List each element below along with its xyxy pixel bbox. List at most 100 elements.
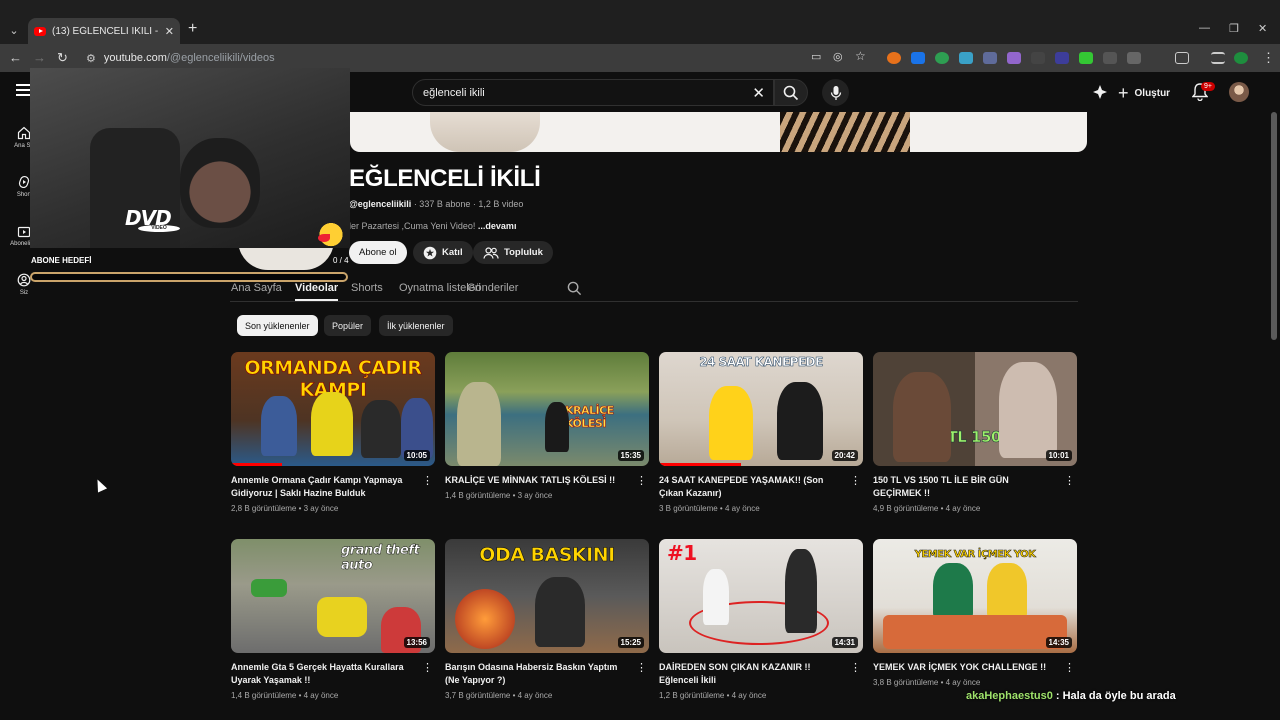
page-scrollbar[interactable] bbox=[1271, 112, 1277, 340]
video-thumbnail[interactable]: #1 14:31 bbox=[659, 539, 863, 653]
thumbnail-person bbox=[401, 398, 433, 458]
video-title[interactable]: 150 TL VS 1500 TL İLE BİR GÜN GEÇİRMEK !… bbox=[873, 474, 1077, 500]
url-bar[interactable]: ⚙ youtube.com/@eglenceliikili/videos bbox=[80, 47, 880, 69]
cast-icon[interactable]: ▭ bbox=[811, 50, 821, 63]
search-button[interactable] bbox=[774, 79, 808, 106]
chat-username: akaHephaestus0 bbox=[966, 690, 1053, 702]
site-info-icon[interactable]: ⚙ bbox=[86, 52, 96, 65]
extension-icon[interactable] bbox=[911, 52, 925, 64]
guide-menu-icon[interactable] bbox=[16, 84, 30, 96]
video-thumbnail[interactable]: ORMANDA ÇADIR KAMPI 10:05 bbox=[231, 352, 435, 466]
video-thumbnail[interactable]: 150 TL 1500 TL 10:01 bbox=[873, 352, 1077, 466]
video-menu-icon[interactable]: ⋮ bbox=[850, 476, 861, 487]
video-thumbnail[interactable]: grand theft auto 13:56 bbox=[231, 539, 435, 653]
restore-icon[interactable]: ❐ bbox=[1229, 22, 1239, 35]
account-avatar[interactable] bbox=[1229, 82, 1249, 102]
join-label: Katıl bbox=[442, 247, 463, 258]
thumbnail-person bbox=[999, 362, 1057, 458]
chip-oldest[interactable]: İlk yüklenenler bbox=[379, 315, 453, 336]
back-icon[interactable]: ← bbox=[9, 50, 22, 65]
video-title[interactable]: Annemle Gta 5 Gerçek Hayatta Kurallara U… bbox=[231, 661, 435, 687]
extensions-puzzle-icon[interactable] bbox=[1175, 52, 1189, 64]
video-thumbnail[interactable]: 24 SAAT KANEPEDE 20:42 bbox=[659, 352, 863, 466]
tab-shorts[interactable]: Shorts bbox=[351, 282, 383, 294]
browser-tab[interactable]: (13) EĞLENCELİ İKİLİ - YouTube ✕ bbox=[28, 18, 180, 44]
search-input[interactable] bbox=[423, 86, 723, 99]
video-card[interactable]: 24 SAAT KANEPEDE 20:42 24 SAAT KANEPEDE … bbox=[659, 352, 863, 513]
video-thumbnail[interactable]: KRALİÇE KÖLESİ 15:35 bbox=[445, 352, 649, 466]
video-menu-icon[interactable]: ⋮ bbox=[1064, 663, 1075, 674]
video-card[interactable]: 150 TL 1500 TL 10:01 150 TL VS 1500 TL İ… bbox=[873, 352, 1077, 513]
profile-icon[interactable] bbox=[1234, 52, 1248, 64]
video-thumbnail[interactable]: ODA BASKINI 15:25 bbox=[445, 539, 649, 653]
chip-popular[interactable]: Popüler bbox=[324, 315, 372, 336]
video-title[interactable]: Annemle Ormana Çadır Kampı Yapmaya Gidiy… bbox=[231, 474, 435, 500]
thumbnail-person bbox=[893, 372, 951, 462]
close-window-icon[interactable]: ✕ bbox=[1258, 22, 1267, 35]
tab-videos[interactable]: Videolar bbox=[295, 282, 339, 301]
video-menu-icon[interactable]: ⋮ bbox=[636, 663, 647, 674]
community-button[interactable]: Topluluk bbox=[473, 241, 553, 264]
minimize-icon[interactable]: — bbox=[1199, 22, 1210, 34]
voice-search-button[interactable] bbox=[822, 79, 849, 106]
video-title[interactable]: YEMEK VAR İÇMEK YOK CHALLENGE !! bbox=[873, 661, 1077, 674]
video-card[interactable]: #1 14:31 DAİREDEN SON ÇIKAN KAZANIR !! E… bbox=[659, 539, 863, 700]
video-card[interactable]: YEMEK VAR İÇMEK YOK 14:35 YEMEK VAR İÇME… bbox=[873, 539, 1077, 687]
extension-icon[interactable] bbox=[959, 52, 973, 64]
tab-posts[interactable]: Gönderiler bbox=[467, 282, 518, 294]
video-duration: 14:35 bbox=[1045, 637, 1072, 648]
extension-icon[interactable] bbox=[1079, 52, 1093, 64]
extension-icon[interactable] bbox=[887, 52, 901, 64]
sparkle-icon[interactable] bbox=[1092, 84, 1108, 100]
video-views: 1,4 B görüntüleme bbox=[231, 691, 297, 700]
close-tab-icon[interactable]: ✕ bbox=[165, 25, 174, 38]
clear-search-icon[interactable]: ✕ bbox=[752, 84, 765, 102]
video-age: 4 ay önce bbox=[945, 504, 981, 513]
channel-search-icon[interactable] bbox=[567, 281, 582, 296]
extension-icon[interactable] bbox=[983, 52, 997, 64]
new-tab-icon[interactable]: + bbox=[188, 20, 197, 38]
video-thumbnail[interactable]: YEMEK VAR İÇMEK YOK 14:35 bbox=[873, 539, 1077, 653]
video-card[interactable]: ODA BASKINI 15:25 Barışın Odasına Habers… bbox=[445, 539, 649, 700]
chip-latest[interactable]: Son yüklenenler bbox=[237, 315, 318, 336]
video-menu-icon[interactable]: ⋮ bbox=[636, 476, 647, 487]
thumbnail-caption: ODA BASKINI bbox=[479, 544, 615, 567]
video-card[interactable]: ORMANDA ÇADIR KAMPI 10:05 Annemle Ormana… bbox=[231, 352, 435, 513]
thumbnail-person bbox=[709, 386, 753, 460]
video-title[interactable]: 24 SAAT KANEPEDE YAŞAMAK!! (Son Çıkan Ka… bbox=[659, 474, 863, 500]
reload-icon[interactable]: ↻ bbox=[57, 50, 68, 66]
description-more-link[interactable]: ...devamı bbox=[478, 221, 517, 231]
extension-icon[interactable] bbox=[1007, 52, 1021, 64]
extension-icon[interactable] bbox=[1103, 52, 1117, 64]
browser-menu-icon[interactable]: ⋮ bbox=[1262, 50, 1275, 66]
plus-icon: + bbox=[1118, 82, 1129, 103]
video-card[interactable]: grand theft auto 13:56 Annemle Gta 5 Ger… bbox=[231, 539, 435, 700]
video-menu-icon[interactable]: ⋮ bbox=[850, 663, 861, 674]
create-button[interactable]: + Oluştur bbox=[1118, 82, 1170, 104]
video-menu-icon[interactable]: ⋮ bbox=[422, 476, 433, 487]
video-menu-icon[interactable]: ⋮ bbox=[422, 663, 433, 674]
video-card[interactable]: KRALİÇE KÖLESİ 15:35 KRALİÇE VE MİNNAK T… bbox=[445, 352, 649, 500]
video-title[interactable]: Barışın Odasına Habersiz Baskın Yaptım (… bbox=[445, 661, 649, 687]
video-title[interactable]: DAİREDEN SON ÇIKAN KAZANIR !! Eğlenceli … bbox=[659, 661, 863, 687]
tab-home[interactable]: Ana Sayfa bbox=[231, 282, 282, 294]
extension-icon[interactable] bbox=[1127, 52, 1141, 64]
channel-stats: · 337 B abone · 1,2 B video bbox=[411, 199, 524, 209]
join-button[interactable]: Katıl bbox=[413, 241, 473, 264]
channel-description[interactable]: ler Pazartesi ,Cuma Yeni Video! ...devam… bbox=[349, 221, 516, 231]
video-menu-icon[interactable]: ⋮ bbox=[1064, 476, 1075, 487]
bookmark-star-icon[interactable]: ☆ bbox=[855, 49, 866, 63]
hide-icon[interactable]: ◎ bbox=[833, 50, 843, 63]
extension-icon[interactable] bbox=[935, 52, 949, 64]
search-box[interactable]: ✕ bbox=[412, 79, 774, 106]
forward-icon[interactable]: → bbox=[33, 50, 46, 65]
tab-search-chevron-icon[interactable]: ⌄ bbox=[6, 22, 22, 38]
subscribe-button[interactable]: Abone ol bbox=[349, 241, 407, 264]
extension-icon[interactable] bbox=[1055, 52, 1069, 64]
extension-icon[interactable] bbox=[1031, 52, 1045, 64]
subscriptions-icon bbox=[17, 226, 31, 238]
video-title[interactable]: KRALİÇE VE MİNNAK TATLIŞ KÖLESİ !! bbox=[445, 474, 649, 487]
video-duration: 13:56 bbox=[403, 637, 430, 648]
banner-figure bbox=[430, 112, 540, 152]
reading-list-icon[interactable] bbox=[1211, 52, 1225, 64]
